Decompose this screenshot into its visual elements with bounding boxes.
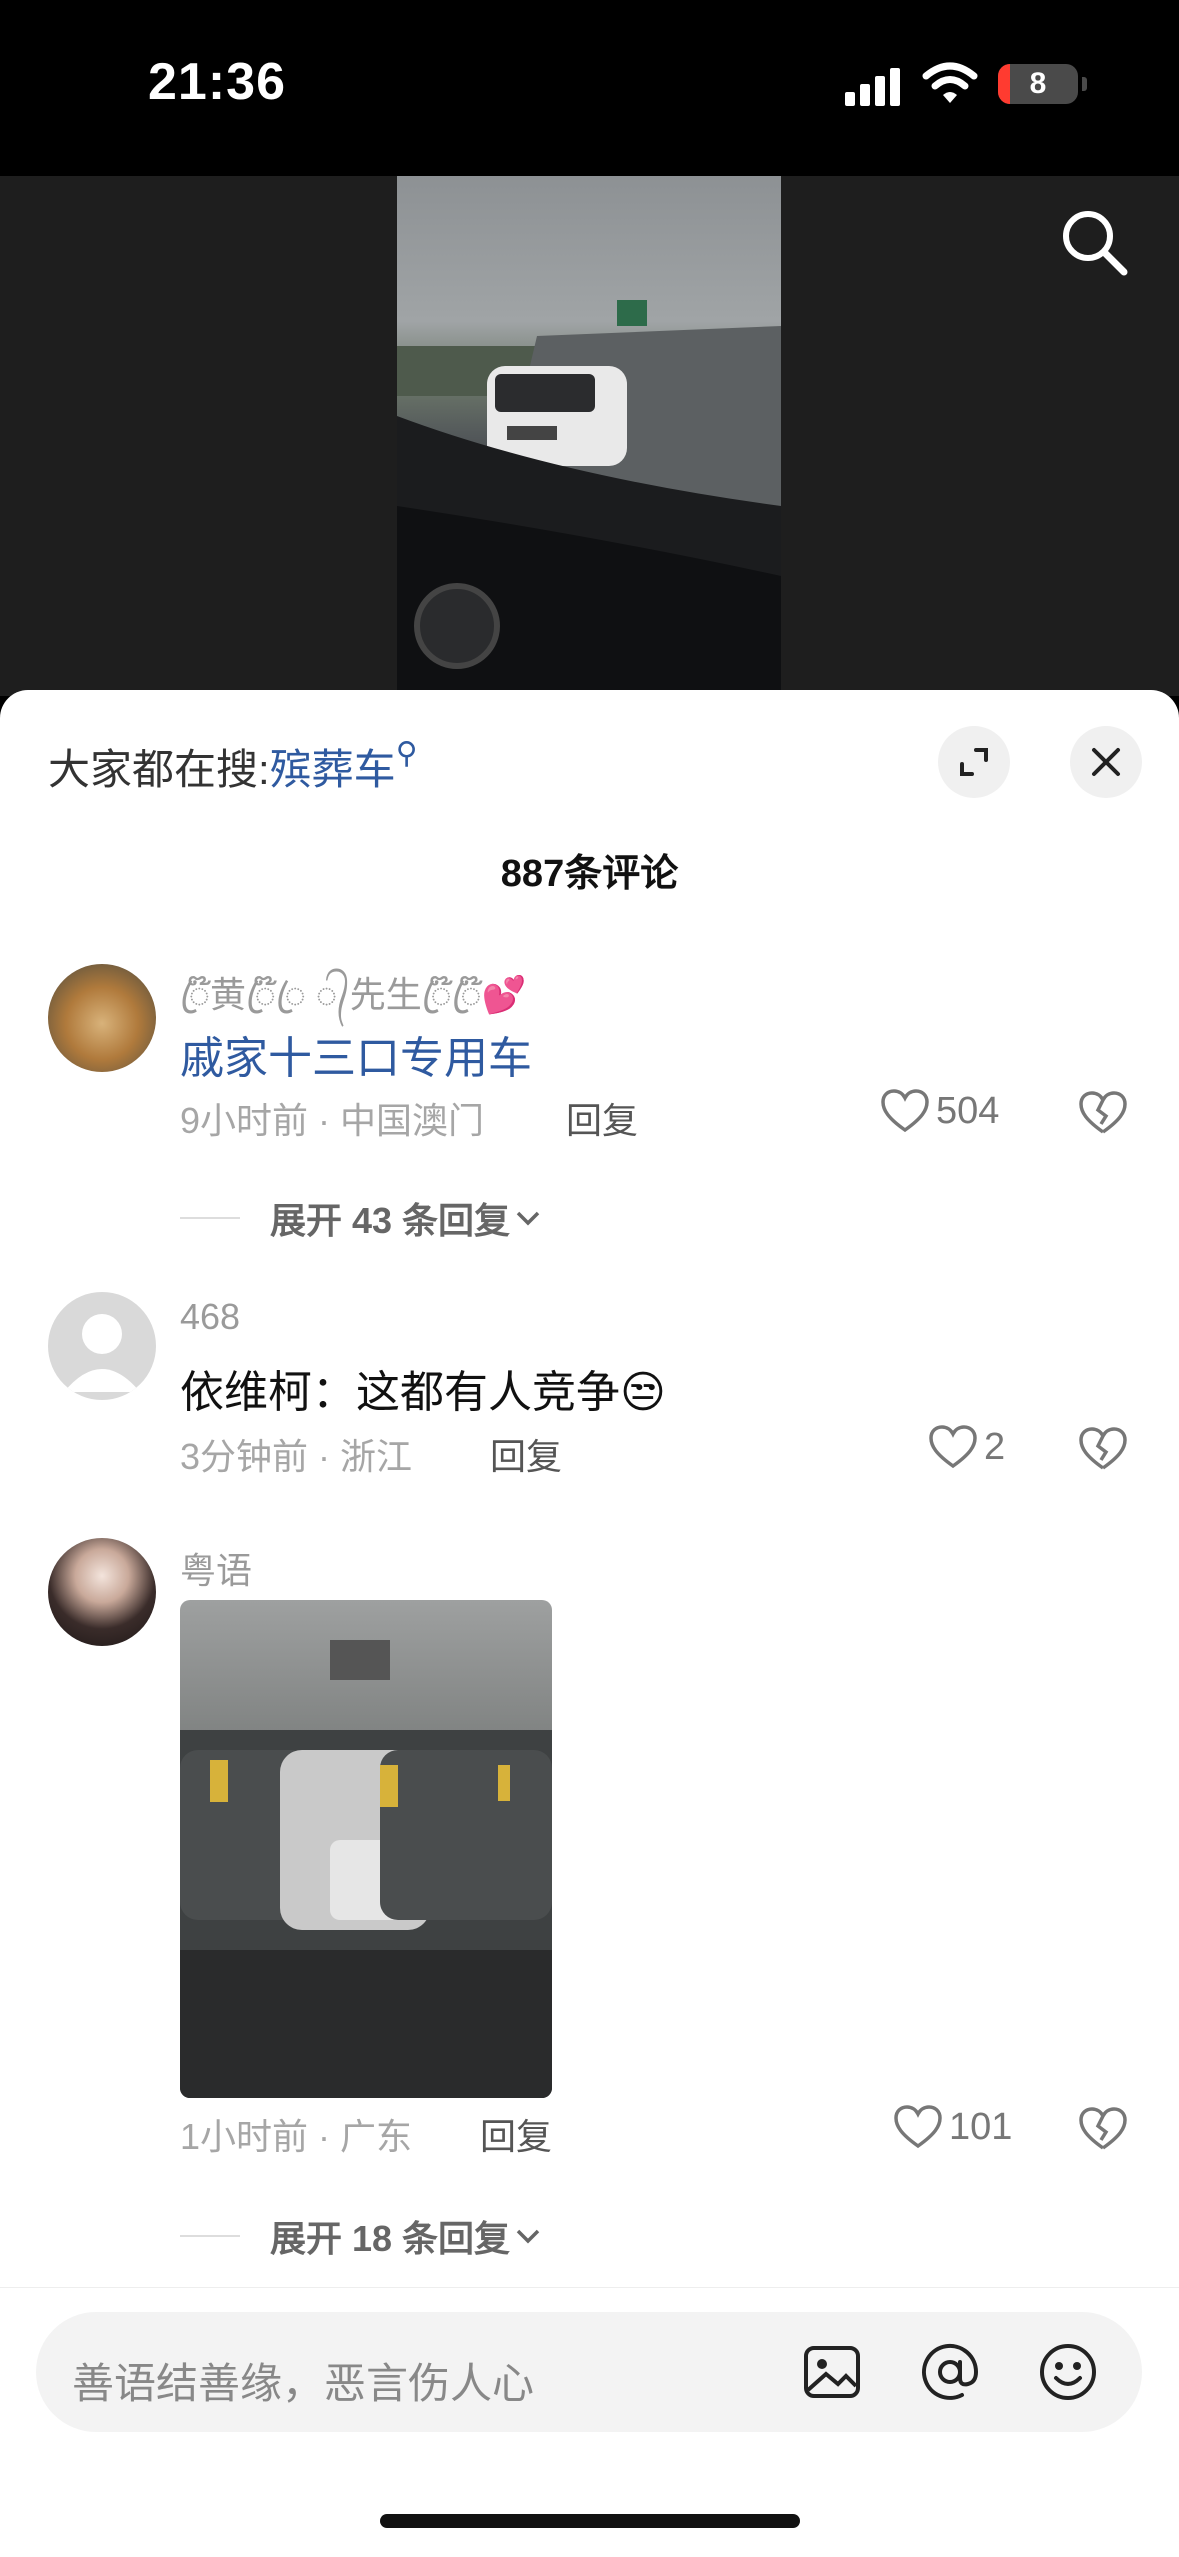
expand-replies[interactable]: 展开 18 条回复: [180, 2210, 546, 2262]
search-icon: ⚲: [395, 737, 418, 770]
heart-icon: [881, 1089, 929, 1133]
chevron-down-icon: [516, 2229, 540, 2244]
status-bar: 21:36 8: [0, 0, 1179, 176]
comment-meta: 9小时前 · 中国澳门: [180, 1100, 485, 1141]
comment-image-content: [180, 1640, 552, 2098]
heart-icon: [894, 2105, 942, 2149]
reply-button[interactable]: 回复: [566, 1092, 638, 1144]
heart-icon: [929, 1425, 977, 1469]
comment-sheet: 大家都在搜:殡葬车⚲ 887条评论 ꦿ໊黄ꦿ໊ꦿ ᭄先生ꦿ໊ꦿ໊💕 戚家十三口专…: [0, 690, 1179, 2556]
search-icon[interactable]: [1060, 208, 1130, 278]
status-time: 21:36: [148, 53, 286, 111]
video-player[interactable]: [397, 176, 781, 696]
comment-image[interactable]: [180, 1600, 552, 2098]
comment-text[interactable]: 戚家十三口专用车: [180, 1022, 532, 1086]
avatar[interactable]: [48, 964, 156, 1072]
comment-input[interactable]: 善语结善缘，恶言伤人心: [36, 2312, 1142, 2432]
like-button[interactable]: 2: [928, 1424, 1005, 1470]
like-count: 101: [949, 2105, 1013, 2148]
signal-icon: [845, 68, 900, 106]
home-indicator: [380, 2514, 800, 2528]
battery-icon: 8: [998, 64, 1078, 104]
avatar[interactable]: [48, 1292, 156, 1400]
divider: [180, 1217, 240, 1219]
avatar[interactable]: [48, 1538, 156, 1646]
close-button[interactable]: [1070, 726, 1142, 798]
comment-meta: 1小时前 · 广东: [180, 2116, 413, 2157]
emoji-icon[interactable]: [1036, 2340, 1100, 2404]
comment-username[interactable]: 粤语: [180, 1542, 252, 1594]
like-button[interactable]: 101: [893, 2104, 1012, 2150]
battery-level: 8: [1029, 67, 1047, 100]
battery-nub: [1082, 77, 1087, 91]
comment-meta: 3分钟前 · 浙江: [180, 1436, 413, 1477]
expand-replies-label: 展开 18 条回复: [270, 2218, 511, 2259]
broken-heart-icon[interactable]: [1078, 1090, 1128, 1136]
reply-button[interactable]: 回复: [490, 1428, 562, 1480]
wifi-icon: [922, 62, 978, 103]
like-button[interactable]: 504: [880, 1088, 999, 1134]
like-count: 504: [936, 1089, 1000, 1132]
hot-search-label: 大家都在搜:: [48, 746, 270, 793]
image-icon[interactable]: [800, 2340, 864, 2404]
broken-heart-icon[interactable]: [1078, 2106, 1128, 2152]
video-frame: [397, 300, 781, 696]
close-icon: [1092, 748, 1120, 776]
expand-replies-label: 展开 43 条回复: [270, 1200, 511, 1241]
comment-username[interactable]: 468: [180, 1296, 240, 1338]
expand-replies[interactable]: 展开 43 条回复: [180, 1192, 546, 1244]
expand-icon: [960, 748, 988, 776]
default-avatar-icon: [64, 1314, 140, 1392]
comment-text: 依维柯：这都有人竞争😒: [180, 1368, 666, 1417]
reply-button[interactable]: 回复: [480, 2108, 552, 2160]
expand-button[interactable]: [938, 726, 1010, 798]
chevron-down-icon: [516, 1211, 540, 1226]
hot-search-term[interactable]: 殡葬车: [270, 746, 396, 793]
comment-input-bar: 善语结善缘，恶言伤人心: [0, 2287, 1179, 2557]
divider: [180, 2235, 240, 2237]
hot-search[interactable]: 大家都在搜:殡葬车⚲: [48, 736, 418, 797]
at-icon[interactable]: [918, 2340, 982, 2404]
comment-input-placeholder: 善语结善缘，恶言伤人心: [72, 2360, 535, 2407]
comment-count: 887条评论: [500, 853, 679, 895]
like-count: 2: [984, 1425, 1006, 1468]
broken-heart-icon[interactable]: [1078, 1426, 1128, 1472]
video-background: [0, 176, 1179, 696]
